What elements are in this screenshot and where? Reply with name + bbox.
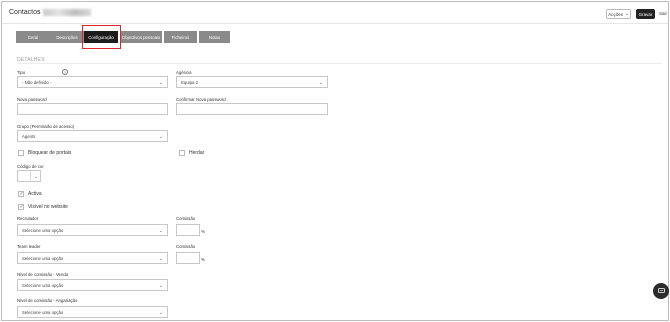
grupo-label: Grupo (Permissão de acesso) bbox=[17, 124, 75, 129]
nivel-venda-select[interactable]: Selecione uma opção ⌄ bbox=[17, 279, 168, 291]
comissao-1-unit: % bbox=[201, 229, 206, 234]
agencia-label: Agência bbox=[176, 70, 192, 75]
color-picker[interactable]: ⌄ bbox=[17, 170, 41, 182]
nivel-angariacao-label: Nível de comissão - Angariação bbox=[17, 298, 78, 303]
comissao-2-input[interactable] bbox=[176, 252, 200, 264]
bloquear-portais-checkbox[interactable] bbox=[18, 150, 24, 156]
confirmar-password-input[interactable] bbox=[176, 103, 328, 115]
herdar-checkbox[interactable] bbox=[179, 150, 185, 156]
nivel-angariacao-select[interactable]: Selecione uma opção ⌄ bbox=[17, 306, 168, 318]
nivel-venda-placeholder: Selecione uma opção bbox=[22, 282, 64, 288]
comissao-2-unit: % bbox=[201, 257, 206, 262]
comissao-1-input[interactable] bbox=[176, 224, 200, 236]
team-leader-placeholder: Selecione uma opção bbox=[22, 255, 64, 261]
bloquear-portais-label: Bloquear de portais bbox=[28, 150, 72, 156]
tab-objectivos-pessoais[interactable]: Objectivos pessoais bbox=[120, 31, 162, 43]
recrutador-label: Recrutador bbox=[17, 216, 39, 221]
help-icon[interactable]: ? bbox=[62, 69, 68, 75]
chevron-down-icon: ⌄ bbox=[158, 283, 163, 289]
tab-descricoes[interactable]: Descrições bbox=[50, 31, 84, 43]
tab-notas[interactable]: Notas bbox=[199, 31, 230, 43]
nova-password-input[interactable] bbox=[17, 103, 168, 115]
confirmar-password-label: Confirmar Nova password bbox=[176, 97, 226, 102]
activa-checkbox[interactable] bbox=[18, 191, 24, 197]
chevron-down-icon: ⌄ bbox=[158, 310, 163, 316]
chevron-down-icon: ⌄ bbox=[624, 11, 629, 16]
app-frame: Contactos › Acções ⌄ Gravar Sair Geral D… bbox=[1, 1, 669, 321]
grupo-value: Agents bbox=[22, 133, 36, 139]
actions-button[interactable]: Acções ⌄ bbox=[606, 9, 631, 19]
contact-name-redacted bbox=[43, 9, 91, 16]
recrutador-placeholder: Selecione uma opção bbox=[22, 227, 64, 233]
tab-ficheiros[interactable]: Ficheiros bbox=[164, 31, 197, 43]
page-header: Contactos › Acções ⌄ Gravar Sair bbox=[2, 2, 668, 24]
tipo-value: - Não definido - bbox=[22, 79, 52, 85]
chevron-down-icon: ⌄ bbox=[158, 134, 163, 140]
breadcrumb-separator: › bbox=[38, 9, 41, 16]
comissao-1-label: Comissão bbox=[176, 216, 196, 221]
chevron-down-icon: ⌄ bbox=[33, 174, 38, 180]
agencia-select[interactable]: Equipa 2 ⌄ bbox=[176, 76, 328, 88]
section-divider bbox=[17, 63, 662, 64]
tab-configuracao[interactable]: Configuração bbox=[84, 31, 118, 43]
tipo-select[interactable]: - Não definido - ⌄ bbox=[17, 76, 168, 88]
nivel-venda-label: Nível de comissão - Venda bbox=[17, 272, 69, 277]
chevron-down-icon: ⌄ bbox=[158, 256, 163, 262]
herdar-label: Herdar bbox=[189, 150, 205, 156]
page-title: Contactos bbox=[9, 9, 41, 16]
agencia-value: Equipa 2 bbox=[181, 79, 198, 85]
team-leader-label: Team leader bbox=[17, 244, 41, 249]
activa-label: Activa bbox=[28, 191, 42, 197]
tipo-label: Tipo bbox=[17, 70, 26, 75]
chat-icon[interactable] bbox=[653, 283, 669, 299]
team-leader-select[interactable]: Selecione uma opção ⌄ bbox=[17, 252, 168, 264]
chevron-down-icon: ⌄ bbox=[318, 80, 323, 86]
visivel-website-checkbox[interactable] bbox=[18, 204, 24, 210]
color-swatch bbox=[18, 171, 31, 181]
nivel-angariacao-placeholder: Selecione uma opção bbox=[22, 309, 64, 315]
chevron-down-icon: ⌄ bbox=[158, 228, 163, 234]
exit-link[interactable]: Sair bbox=[659, 11, 667, 16]
tab-geral[interactable]: Geral bbox=[16, 31, 50, 43]
codigo-cor-label: Código de cor bbox=[17, 164, 44, 169]
actions-label: Acções bbox=[608, 11, 623, 17]
recrutador-select[interactable]: Selecione uma opção ⌄ bbox=[17, 224, 168, 236]
nova-password-label: Nova password bbox=[17, 97, 47, 102]
grupo-select[interactable]: Agents ⌄ bbox=[17, 130, 168, 142]
chevron-down-icon: ⌄ bbox=[158, 80, 163, 86]
visivel-website-label: Visível no website bbox=[28, 204, 68, 210]
comissao-2-label: Comissão bbox=[176, 244, 196, 249]
save-button[interactable]: Gravar bbox=[636, 9, 655, 19]
